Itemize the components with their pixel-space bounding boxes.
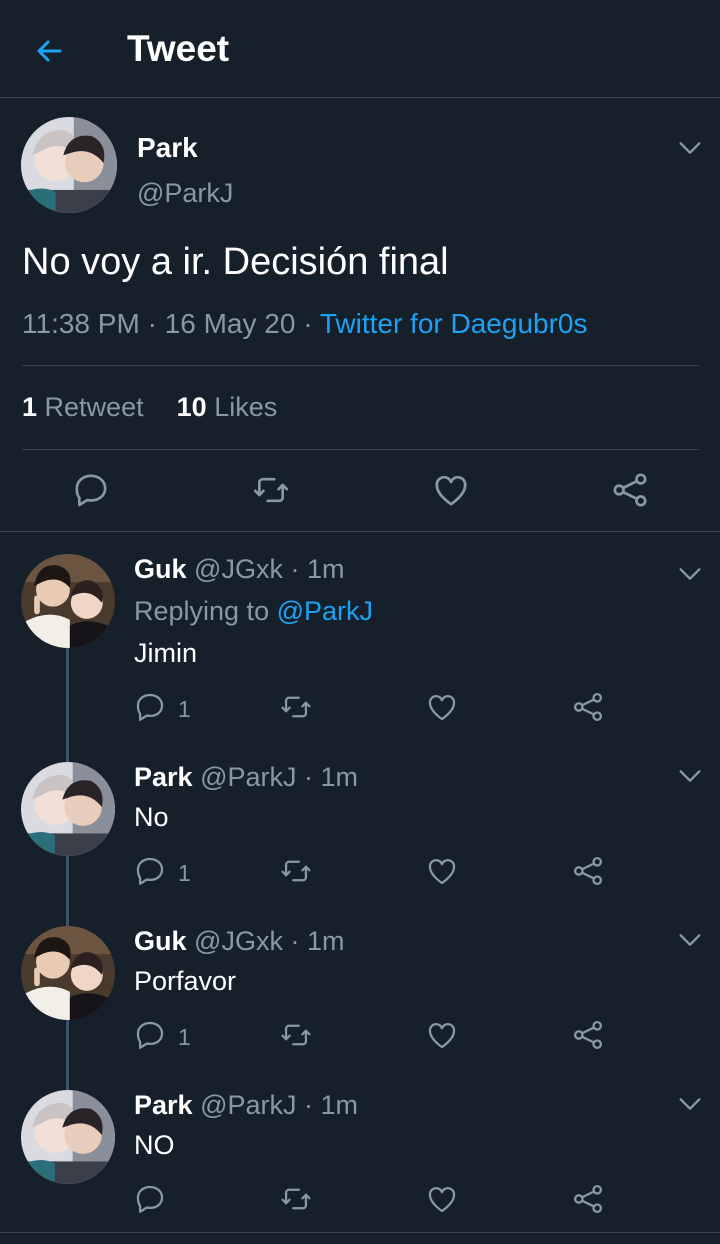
retweet-icon[interactable] [279, 1182, 313, 1216]
tweet-time: 11:38 PM [22, 308, 140, 339]
reply-text: No [134, 802, 169, 832]
chevron-down-icon[interactable] [676, 926, 704, 954]
retweets-label[interactable]: Retweet [45, 392, 144, 422]
chevron-down-icon[interactable] [676, 134, 704, 162]
top-app-bar: Tweet [0, 0, 720, 98]
meta-separator: · [303, 308, 320, 339]
author-handle[interactable]: @JGxk [194, 554, 283, 584]
reply-text: NO [134, 1130, 175, 1160]
meta-separator: · [304, 762, 321, 792]
reply-text: Porfavor [134, 966, 237, 996]
reply-time: 1m [320, 762, 359, 792]
share-icon[interactable] [571, 854, 605, 888]
author-name[interactable]: Park [134, 1090, 193, 1120]
chevron-down-icon[interactable] [676, 762, 704, 790]
divider [22, 449, 699, 450]
reply-icon[interactable] [133, 690, 167, 724]
author-handle[interactable]: @ParkJ [200, 1090, 296, 1120]
thread-line [66, 856, 69, 920]
like-icon[interactable] [425, 690, 459, 724]
reply-tweet[interactable]: Guk @JGxk · 1m Porfavor 1 [0, 920, 720, 1084]
like-icon[interactable] [425, 854, 459, 888]
reply-icon[interactable] [133, 1182, 167, 1216]
reply-text: Jimin [134, 638, 198, 668]
reply-header: Guk @JGxk · 1m [134, 926, 344, 957]
meta-separator: · [147, 308, 165, 339]
meta-separator: · [290, 554, 307, 584]
mention-link[interactable]: @ParkJ [277, 596, 373, 626]
likes-count[interactable]: 10 [177, 392, 207, 422]
tweet-date: 16 May 20 [164, 308, 296, 339]
author-name[interactable]: Guk [134, 926, 187, 956]
chevron-down-icon[interactable] [676, 1090, 704, 1118]
thread-line [66, 648, 69, 750]
replying-label: Replying to [134, 596, 270, 626]
avatar[interactable] [21, 554, 115, 648]
reply-tweet[interactable]: Guk @JGxk · 1m Replying to @ParkJ Jimin … [0, 540, 720, 750]
reply-time: 1m [320, 1090, 359, 1120]
reply-icon[interactable] [133, 854, 167, 888]
like-icon[interactable] [425, 1182, 459, 1216]
author-handle[interactable]: @ParkJ [200, 762, 296, 792]
retweet-icon[interactable] [251, 470, 291, 510]
share-icon[interactable] [610, 470, 650, 510]
reply-header: Guk @JGxk · 1m [134, 554, 344, 585]
retweet-icon[interactable] [279, 690, 313, 724]
like-icon[interactable] [425, 1018, 459, 1052]
arrow-left-icon[interactable] [30, 31, 70, 71]
reply-tweet[interactable]: Park @ParkJ · 1m NO [0, 1084, 720, 1232]
tweet-text: No voy a ir. Decisión final [22, 241, 449, 283]
thread-line [66, 1020, 69, 1084]
reply-time: 1m [306, 554, 345, 584]
reply-header: Park @ParkJ · 1m [134, 1090, 358, 1121]
author-name[interactable]: Park [137, 132, 198, 164]
reply-count: 1 [178, 696, 191, 722]
retweet-icon[interactable] [279, 1018, 313, 1052]
divider [0, 1232, 720, 1233]
avatar[interactable] [21, 117, 117, 213]
divider [22, 365, 699, 366]
reply-count: 1 [178, 1024, 191, 1050]
author-handle[interactable]: @ParkJ [137, 178, 233, 209]
share-icon[interactable] [571, 690, 605, 724]
avatar[interactable] [21, 762, 115, 856]
reply-header: Park @ParkJ · 1m [134, 762, 358, 793]
chevron-down-icon[interactable] [676, 560, 704, 588]
tweet-stats: 1 Retweet 10 Likes [22, 392, 277, 423]
reply-tweet[interactable]: Park @ParkJ · 1m No 1 [0, 750, 720, 920]
main-tweet: Park @ParkJ No voy a ir. Decisión final … [0, 98, 720, 532]
likes-label[interactable]: Likes [214, 392, 277, 422]
like-icon[interactable] [431, 470, 471, 510]
retweet-icon[interactable] [279, 854, 313, 888]
thread-line [66, 750, 69, 762]
avatar[interactable] [21, 926, 115, 1020]
author-handle[interactable]: @JGxk [194, 926, 283, 956]
tweet-source[interactable]: Twitter for Daegubr0s [320, 308, 588, 339]
reply-icon[interactable] [133, 1018, 167, 1052]
replying-to: Replying to @ParkJ [134, 596, 373, 627]
avatar[interactable] [21, 1090, 115, 1184]
share-icon[interactable] [571, 1182, 605, 1216]
reply-icon[interactable] [71, 470, 111, 510]
reply-time: 1m [306, 926, 345, 956]
meta-separator: · [290, 926, 307, 956]
author-name[interactable]: Park [134, 762, 193, 792]
page-title: Tweet [127, 28, 230, 69]
share-icon[interactable] [571, 1018, 605, 1052]
reply-count: 1 [178, 860, 191, 886]
author-name[interactable]: Guk [134, 554, 187, 584]
retweets-count[interactable]: 1 [22, 392, 37, 422]
meta-separator: · [304, 1090, 321, 1120]
tweet-meta: 11:38 PM · 16 May 20 · Twitter for Daegu… [22, 308, 587, 340]
